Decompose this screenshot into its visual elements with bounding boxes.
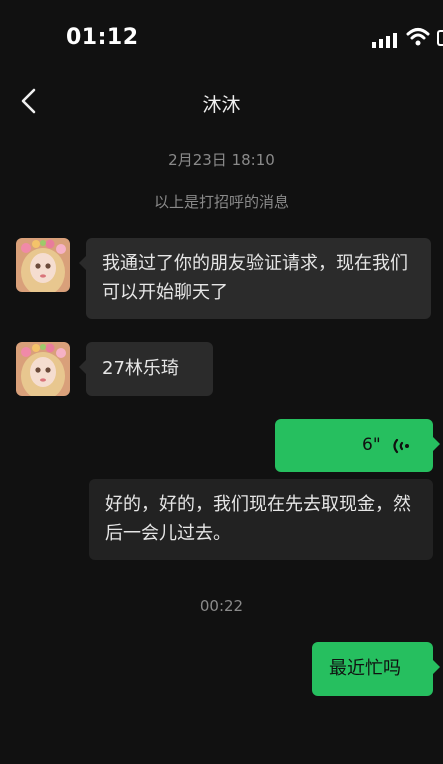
wifi-icon	[406, 28, 430, 46]
chat-timestamp: 00:22	[199, 597, 244, 615]
message-bubble[interactable]: 27林乐琦	[79, 342, 213, 396]
battery-icon	[437, 30, 443, 46]
message-text: 我通过了你的朋友验证请求，现在我们可以开始聊天了	[102, 253, 408, 303]
message-text: 27林乐琦	[102, 358, 179, 379]
contact-avatar[interactable]	[16, 342, 70, 396]
voice-wave-icon	[393, 438, 409, 454]
contact-avatar[interactable]	[16, 238, 70, 292]
voice-duration: 6"	[362, 435, 381, 455]
chat-timestamp: 2月23日 18:10	[168, 151, 275, 169]
message-bubble[interactable]: 我通过了你的朋友验证请求，现在我们可以开始聊天了	[79, 238, 431, 319]
voice-message-bubble[interactable]: 6"	[275, 419, 440, 472]
message-bubble[interactable]: 好的，好的，我们现在先去取现金，然后一会儿过去。	[89, 479, 433, 560]
status-bar: 01:12	[0, 0, 443, 78]
message-text: 好的，好的，我们现在先去取现金，然后一会儿过去。	[105, 494, 411, 544]
status-time: 01:12	[66, 25, 139, 50]
message-text: 最近忙吗	[329, 658, 401, 679]
signal-icon	[372, 33, 397, 48]
outgoing-message-bubble[interactable]: 最近忙吗	[312, 642, 440, 696]
system-notice: 以上是打招呼的消息	[153, 193, 289, 211]
chat-title: 沐沐	[202, 94, 241, 116]
